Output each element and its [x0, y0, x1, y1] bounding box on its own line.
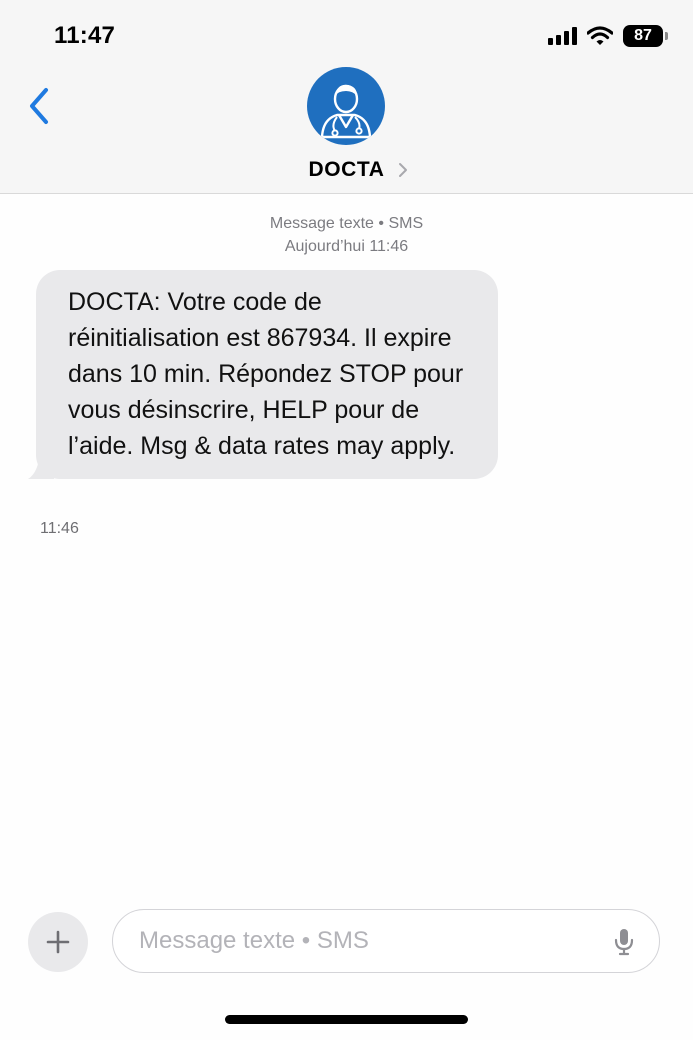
add-attachment-button[interactable] [28, 912, 88, 972]
messages-screen: 11:47 87 DOCTA Message texte • SMS Aujou… [0, 0, 693, 1040]
incoming-message-bubble[interactable]: DOCTA: Votre code de réinitialisation es… [36, 270, 498, 479]
message-input-field[interactable] [112, 909, 660, 973]
contact-details-button[interactable]: DOCTA [0, 155, 693, 185]
home-indicator [225, 1015, 468, 1024]
plus-icon [46, 930, 70, 954]
battery-icon: 87 [623, 25, 668, 47]
contact-avatar[interactable] [307, 67, 385, 145]
message-timestamp: 11:46 [40, 520, 79, 537]
signal-icon [548, 27, 577, 45]
microphone-icon[interactable] [613, 928, 635, 956]
chevron-left-icon[interactable] [24, 84, 56, 128]
thread-date-label: Aujourd’hui 11:46 [284, 238, 409, 255]
doctor-icon [320, 84, 372, 139]
conversation-header: 11:47 87 DOCTA [0, 0, 693, 194]
status-icons: 87 [548, 24, 668, 48]
message-bubble-container: DOCTA: Votre code de réinitialisation es… [24, 270, 498, 479]
thread-service-label: Message texte • SMS [269, 215, 424, 232]
contact-name: DOCTA [308, 158, 385, 181]
chevron-right-icon [398, 163, 407, 177]
message-input[interactable] [139, 927, 579, 955]
wifi-icon [587, 26, 613, 45]
status-time: 11:47 [54, 22, 116, 49]
thread-meta: Message texte • SMS Aujourd’hui 11:46 [0, 212, 693, 258]
